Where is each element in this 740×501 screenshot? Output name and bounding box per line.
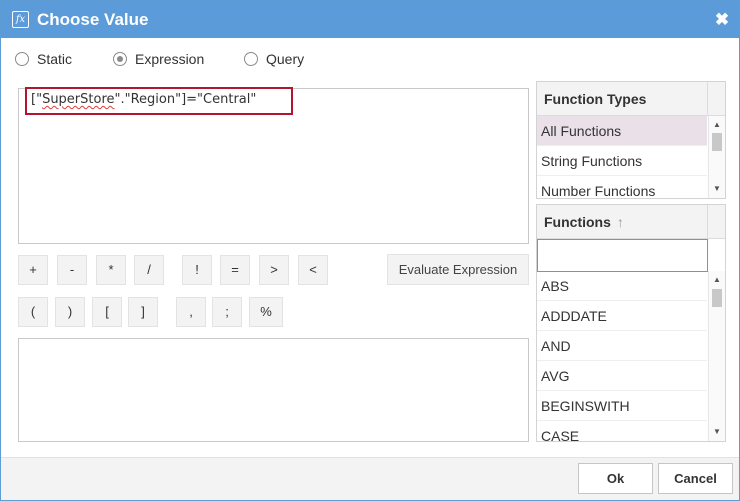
function-types-scrollbar[interactable]: ▲ ▼ bbox=[708, 116, 725, 198]
operator-divide-button[interactable]: / bbox=[134, 255, 164, 285]
operator-plus-button[interactable]: + bbox=[18, 255, 48, 285]
function-item-and[interactable]: AND bbox=[537, 331, 707, 361]
operator-multiply-button[interactable]: * bbox=[96, 255, 126, 285]
operator-semicolon-button[interactable]: ; bbox=[212, 297, 242, 327]
header-divider bbox=[707, 82, 708, 116]
operator-close-bracket-button[interactable]: ] bbox=[128, 297, 158, 327]
evaluate-expression-button[interactable]: Evaluate Expression bbox=[387, 254, 529, 285]
function-search-input[interactable] bbox=[537, 239, 708, 272]
function-item-abs[interactable]: ABS bbox=[537, 271, 707, 301]
function-item-adddate[interactable]: ADDDATE bbox=[537, 301, 707, 331]
expression-prefix: [" bbox=[31, 92, 43, 107]
radio-static[interactable]: Static bbox=[15, 50, 85, 68]
operator-less-than-button[interactable]: < bbox=[298, 255, 328, 285]
sort-ascending-icon[interactable]: ↑ bbox=[617, 214, 624, 230]
function-type-item-string[interactable]: String Functions bbox=[537, 146, 707, 176]
scroll-up-arrow-icon[interactable]: ▲ bbox=[709, 118, 725, 132]
scroll-up-arrow-icon[interactable]: ▲ bbox=[709, 273, 725, 287]
function-types-panel: Function Types All Functions String Func… bbox=[536, 81, 726, 199]
operator-not-button[interactable]: ! bbox=[182, 255, 212, 285]
scroll-down-arrow-icon[interactable]: ▼ bbox=[709, 182, 725, 196]
radio-expression[interactable]: Expression bbox=[113, 50, 213, 68]
title-bar[interactable]: fx Choose Value ✖ bbox=[1, 1, 739, 38]
radio-label-static: Static bbox=[37, 51, 73, 67]
operator-minus-button[interactable]: - bbox=[57, 255, 87, 285]
choose-value-dialog: fx Choose Value ✖ Static Expression Quer… bbox=[0, 0, 740, 501]
scroll-thumb[interactable] bbox=[712, 289, 722, 307]
function-types-title: Function Types bbox=[544, 91, 647, 107]
scroll-thumb[interactable] bbox=[712, 133, 722, 151]
radio-query[interactable]: Query bbox=[244, 50, 314, 68]
operator-close-paren-button[interactable]: ) bbox=[55, 297, 85, 327]
radio-label-expression: Expression bbox=[135, 51, 205, 67]
expression-misspelled-word: SuperStore bbox=[42, 92, 115, 107]
function-type-item-number[interactable]: Number Functions bbox=[537, 176, 707, 198]
scroll-down-arrow-icon[interactable]: ▼ bbox=[709, 425, 725, 439]
expression-suffix: "."Region"]="Central" bbox=[114, 92, 257, 107]
functions-scrollbar[interactable]: ▲ ▼ bbox=[708, 271, 725, 441]
radio-label-query: Query bbox=[266, 51, 305, 67]
fx-function-icon: fx bbox=[12, 11, 29, 28]
function-type-item-all[interactable]: All Functions bbox=[537, 116, 707, 146]
function-item-avg[interactable]: AVG bbox=[537, 361, 707, 391]
function-types-header: Function Types bbox=[537, 82, 725, 116]
radio-button-static[interactable] bbox=[15, 52, 29, 66]
radio-button-expression[interactable] bbox=[113, 52, 127, 66]
evaluation-result-area bbox=[18, 338, 529, 442]
dialog-title: Choose Value bbox=[37, 10, 149, 29]
radio-button-query[interactable] bbox=[244, 52, 258, 66]
operator-comma-button[interactable]: , bbox=[176, 297, 206, 327]
close-icon[interactable]: ✖ bbox=[711, 10, 733, 30]
operator-greater-than-button[interactable]: > bbox=[259, 255, 289, 285]
header-divider bbox=[707, 205, 708, 239]
expression-editor[interactable]: ["SuperStore"."Region"]="Central" bbox=[18, 88, 529, 244]
functions-title: Functions bbox=[544, 214, 611, 230]
dialog-footer: Ok Cancel bbox=[1, 457, 739, 500]
cancel-button[interactable]: Cancel bbox=[658, 463, 733, 494]
operator-percent-button[interactable]: % bbox=[249, 297, 283, 327]
expression-text: ["SuperStore"."Region"]="Central" bbox=[31, 91, 256, 108]
operator-equals-button[interactable]: = bbox=[220, 255, 250, 285]
operator-open-bracket-button[interactable]: [ bbox=[92, 297, 122, 327]
functions-header[interactable]: Functions ↑ bbox=[537, 205, 725, 239]
function-item-beginswith[interactable]: BEGINSWITH bbox=[537, 391, 707, 421]
ok-button[interactable]: Ok bbox=[578, 463, 653, 494]
function-item-case[interactable]: CASE bbox=[537, 421, 707, 441]
operator-open-paren-button[interactable]: ( bbox=[18, 297, 48, 327]
